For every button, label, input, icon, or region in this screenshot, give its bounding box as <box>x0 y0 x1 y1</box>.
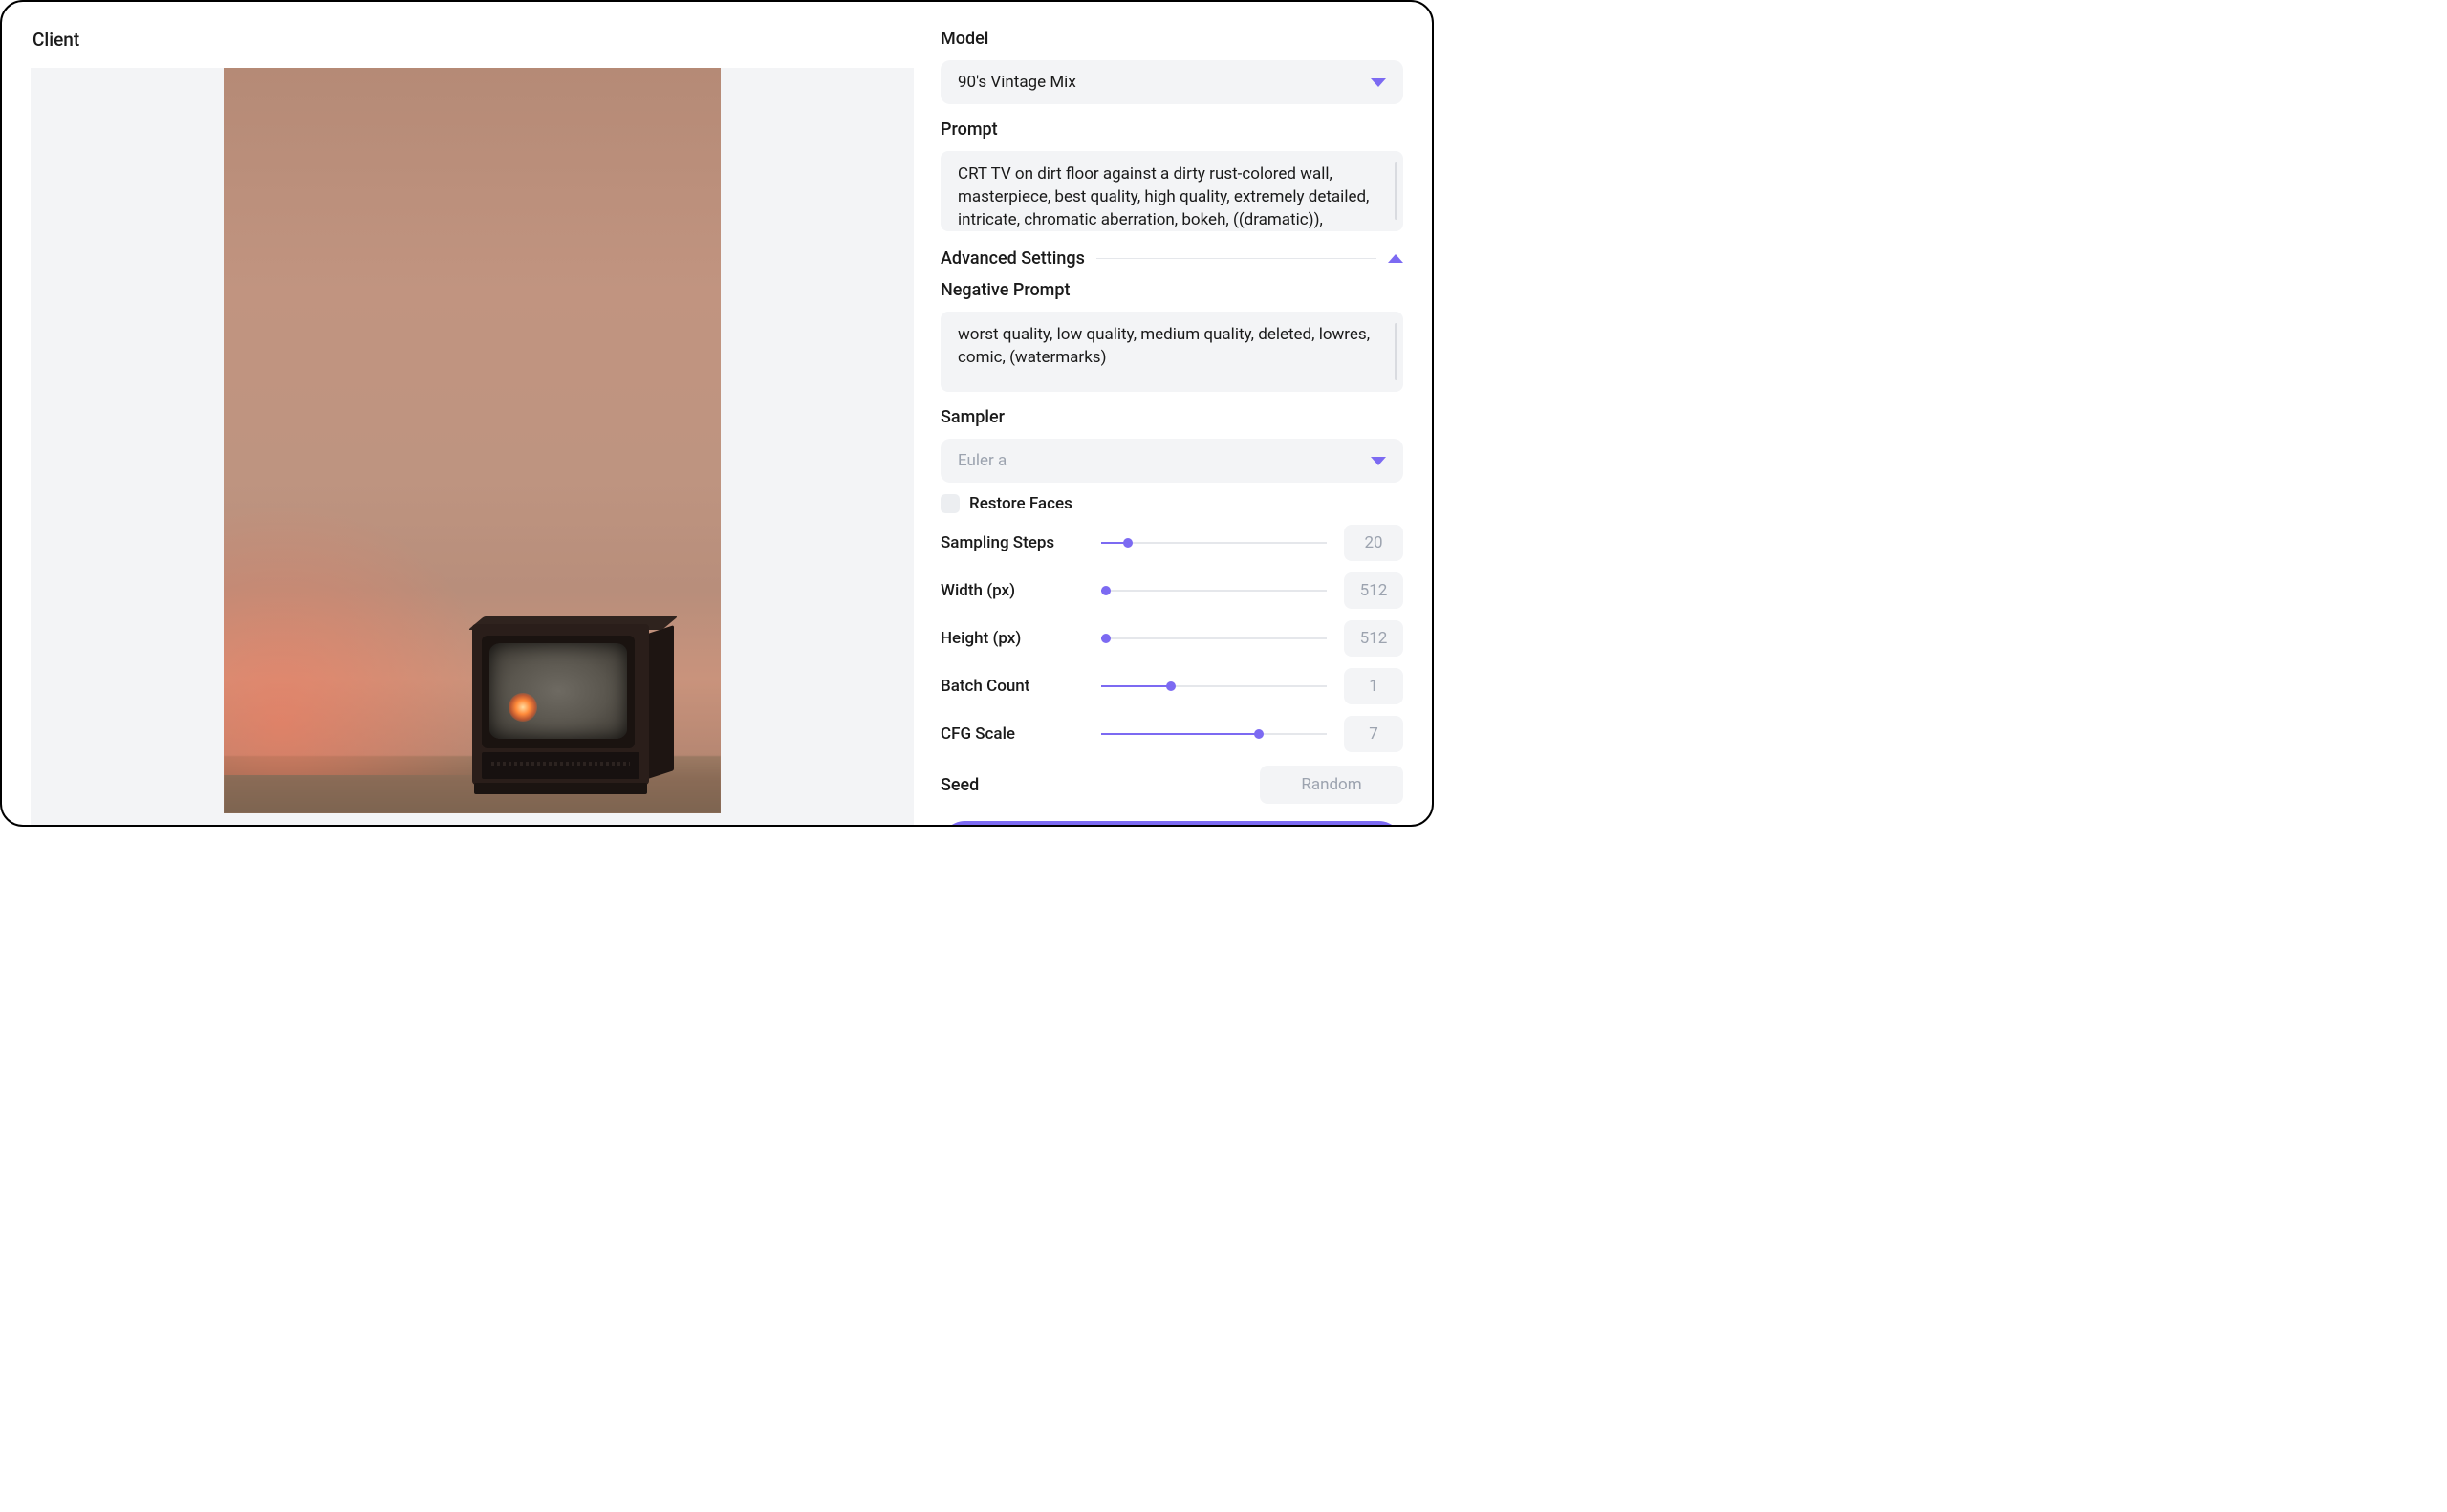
sampler-select[interactable]: Euler a <box>941 439 1403 483</box>
seed-row: Seed Random <box>941 766 1403 804</box>
image-crt-tv <box>472 624 649 785</box>
divider <box>1096 258 1376 259</box>
generated-image <box>224 68 721 813</box>
negative-prompt-input[interactable]: worst quality, low quality, medium quali… <box>941 312 1403 392</box>
image-preview-area <box>31 68 914 825</box>
prompt-label: Prompt <box>941 119 1403 140</box>
height-label: Height (px) <box>941 629 1084 648</box>
negative-prompt-text: worst quality, low quality, medium quali… <box>958 325 1370 367</box>
cfg-scale-row: CFG Scale 7 <box>941 716 1403 752</box>
prompt-text: CRT TV on dirt floor against a dirty rus… <box>958 164 1369 229</box>
seed-placeholder: Random <box>1301 775 1361 794</box>
sampling-steps-value[interactable]: 20 <box>1344 525 1403 561</box>
cfg-scale-slider[interactable] <box>1101 724 1327 744</box>
width-value[interactable]: 512 <box>1344 572 1403 609</box>
prompt-input[interactable]: CRT TV on dirt floor against a dirty rus… <box>941 151 1403 231</box>
seed-label: Seed <box>941 775 979 795</box>
sampling-steps-label: Sampling Steps <box>941 533 1084 552</box>
height-value[interactable]: 512 <box>1344 620 1403 657</box>
chevron-down-icon <box>1371 78 1386 87</box>
sampling-steps-row: Sampling Steps 20 <box>941 525 1403 561</box>
sampling-steps-slider[interactable] <box>1101 533 1327 552</box>
sampler-label: Sampler <box>941 407 1403 427</box>
batch-count-slider[interactable] <box>1101 677 1327 696</box>
client-title: Client <box>2 29 935 51</box>
restore-faces-checkbox[interactable] <box>941 494 960 513</box>
width-slider[interactable] <box>1101 581 1327 600</box>
sampler-select-value: Euler a <box>958 451 1007 470</box>
height-slider[interactable] <box>1101 629 1327 648</box>
seed-input[interactable]: Random <box>1260 766 1403 804</box>
restore-faces-label: Restore Faces <box>969 494 1072 513</box>
model-label: Model <box>941 29 1403 49</box>
batch-count-row: Batch Count 1 <box>941 668 1403 704</box>
image-haze <box>224 508 510 775</box>
chevron-up-icon <box>1388 254 1403 263</box>
restore-faces-row[interactable]: Restore Faces <box>941 494 1403 513</box>
batch-count-label: Batch Count <box>941 677 1084 696</box>
cfg-scale-label: CFG Scale <box>941 724 1084 744</box>
advanced-settings-toggle[interactable]: Advanced Settings <box>941 248 1403 269</box>
settings-panel: Model 90's Vintage Mix Prompt CRT TV on … <box>935 2 1432 825</box>
model-select[interactable]: 90's Vintage Mix <box>941 60 1403 104</box>
batch-count-value[interactable]: 1 <box>1344 668 1403 704</box>
model-select-value: 90's Vintage Mix <box>958 73 1076 92</box>
cfg-scale-value[interactable]: 7 <box>1344 716 1403 752</box>
chevron-down-icon <box>1371 457 1386 465</box>
width-label: Width (px) <box>941 581 1084 600</box>
negative-prompt-label: Negative Prompt <box>941 280 1403 300</box>
width-row: Width (px) 512 <box>941 572 1403 609</box>
left-panel: Client <box>2 2 935 825</box>
height-row: Height (px) 512 <box>941 620 1403 657</box>
advanced-settings-label: Advanced Settings <box>941 248 1085 269</box>
app-window: Client Model 90's Vintage M <box>0 0 1434 827</box>
generate-button[interactable]: Generate <box>941 821 1403 825</box>
